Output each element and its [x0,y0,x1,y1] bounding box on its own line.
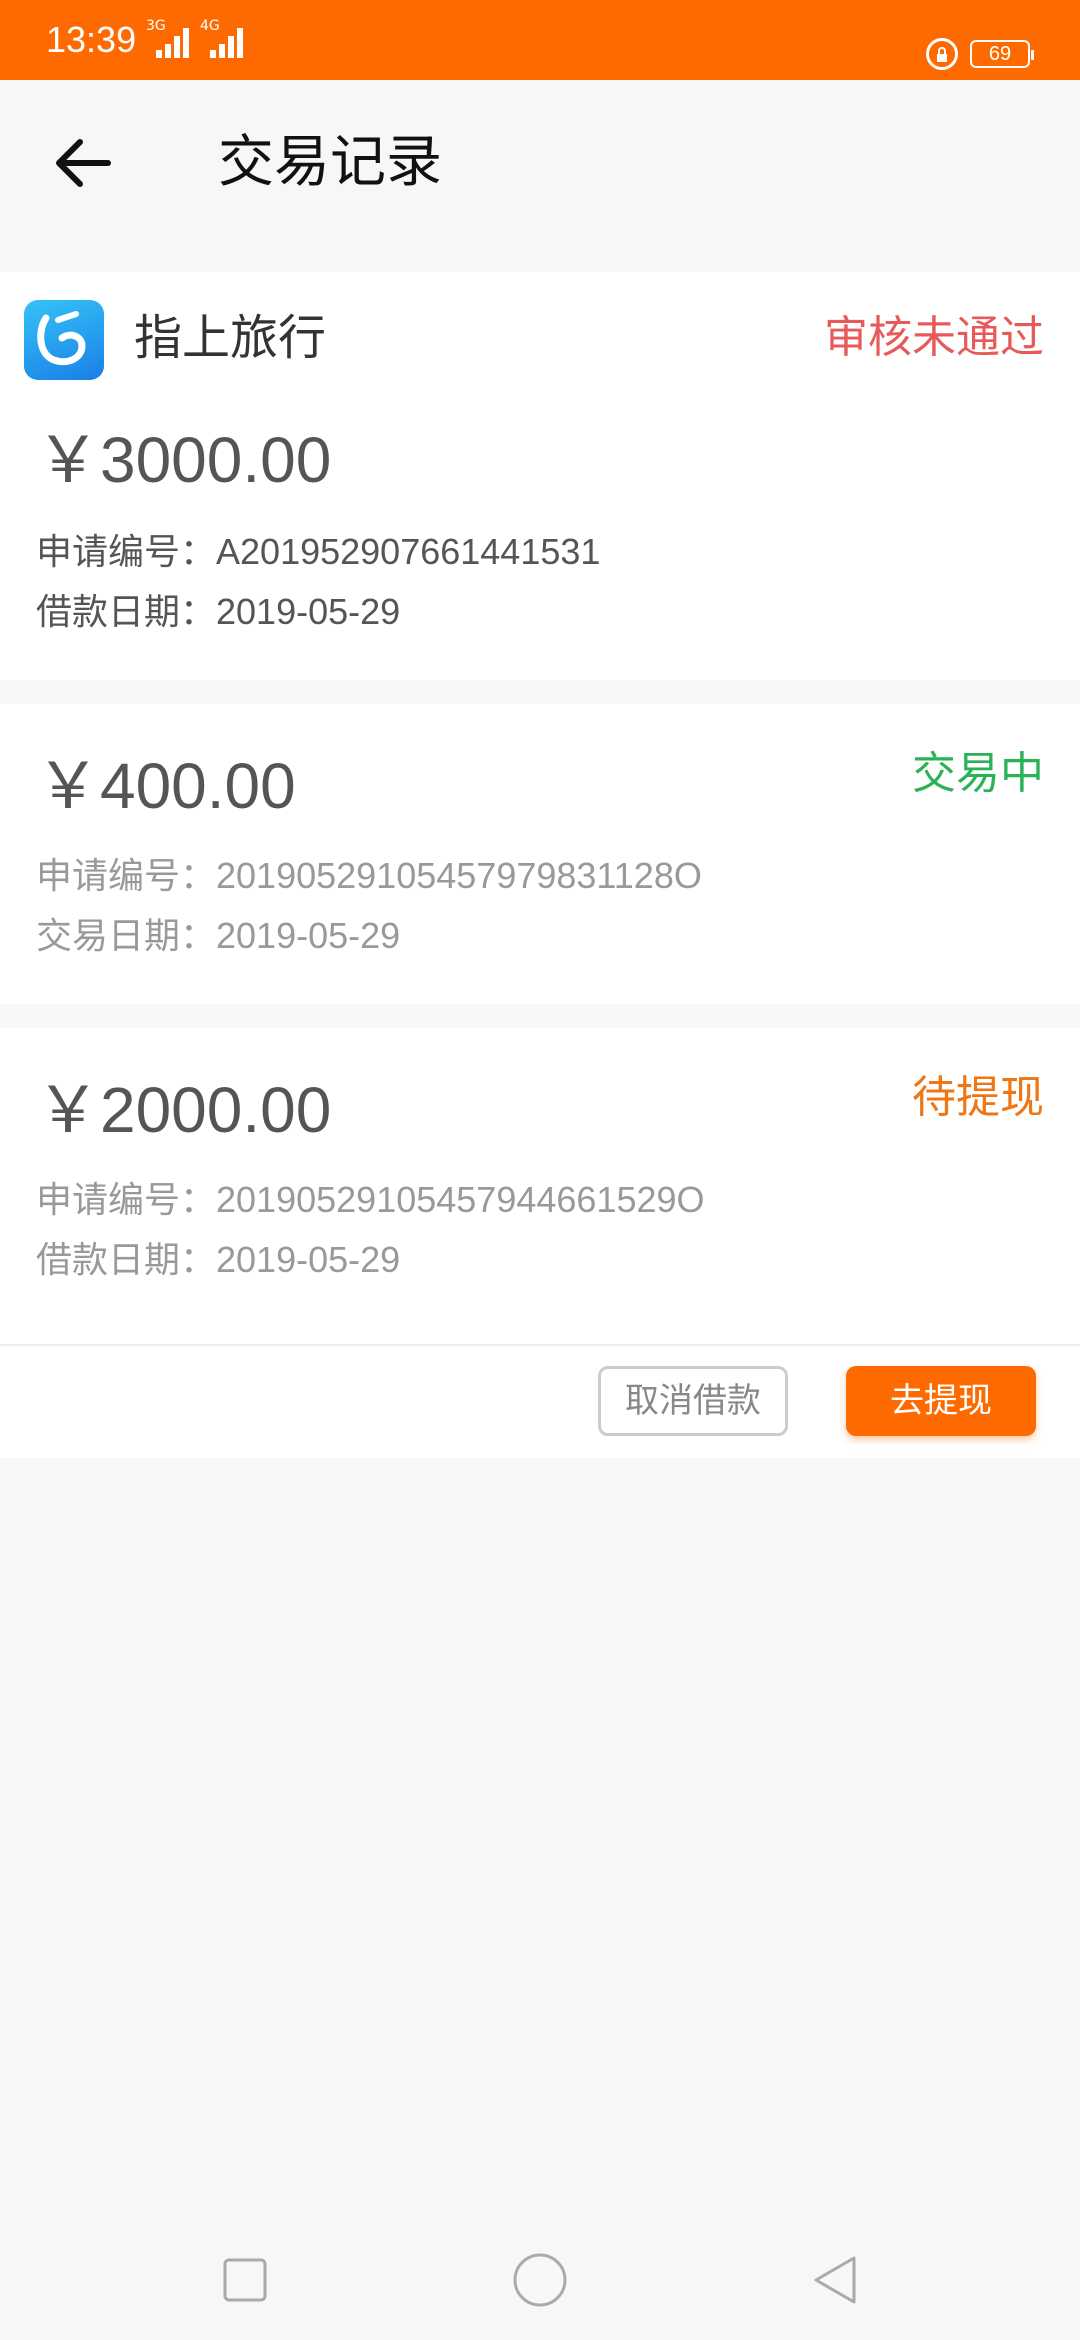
transaction-date: 交易日期：2019-05-29 [36,914,400,959]
status-bar: 13:39 3G 4G 69 [0,0,1080,80]
page-title: 交易记录 [218,130,442,195]
square-icon [223,2258,267,2302]
status-pending-withdrawal: 待提现 [912,1072,1044,1123]
record-card[interactable]: 待提现 ￥2000.00 申请编号：2019052910545794466152… [0,1028,1080,1458]
application-number-label: 申请编号： [36,856,217,897]
status-time: 13:39 [46,19,137,60]
recent-apps-button[interactable] [215,2250,275,2310]
application-number-value: A201952907661441531 [216,531,601,572]
loan-date: 借款日期：2019-05-29 [36,590,400,635]
loan-date-label: 借款日期： [36,592,217,633]
application-number-label: 申请编号： [36,1180,217,1221]
application-number-value: 20190529105457944661529O [216,1179,705,1220]
page-header: 交易记录 [0,80,1080,248]
back-nav-button[interactable] [806,2250,866,2310]
application-number: 申请编号：A201952907661441531 [36,530,600,575]
back-button[interactable] [40,118,130,208]
record-amount: ￥2000.00 [36,1074,332,1146]
rotation-lock-icon [926,38,958,70]
record-amount: ￥400.00 [36,750,296,822]
status-in-progress: 交易中 [912,748,1044,799]
transaction-date-value: 2019-05-29 [216,915,401,956]
signal-3g-icon: 3G [146,18,189,62]
merchant-logo-icon [24,300,104,380]
loan-date-value: 2019-05-29 [216,1239,401,1280]
merchant-name: 指上旅行 [134,310,327,366]
arrow-left-icon [56,139,111,187]
application-number-value: 20190529105457979831128O [216,855,702,896]
record-card[interactable]: 指上旅行 审核未通过 ￥3000.00 申请编号：A20195290766144… [0,272,1080,680]
status-rejected: 审核未通过 [824,312,1044,363]
loan-date-value: 2019-05-29 [216,591,401,632]
triangle-back-icon [814,2256,856,2304]
application-number: 申请编号：20190529105457979831128O [36,854,702,899]
loan-date-label: 借款日期： [36,1240,217,1281]
withdraw-button[interactable]: 去提现 [846,1366,1036,1436]
cancel-loan-button[interactable]: 取消借款 [598,1366,788,1436]
home-button[interactable] [510,2250,570,2310]
record-amount: ￥3000.00 [36,424,332,496]
transaction-date-label: 交易日期： [36,916,217,957]
system-nav-bar [0,2220,1080,2340]
loan-date: 借款日期：2019-05-29 [36,1238,400,1283]
signal-4g-icon: 4G [200,18,250,62]
record-card[interactable]: 交易中 ￥400.00 申请编号：20190529105457979831128… [0,704,1080,1004]
application-number: 申请编号：20190529105457944661529O [36,1178,705,1223]
circle-icon [513,2253,567,2307]
divider [0,1344,1080,1346]
battery-icon: 69 [970,40,1034,68]
application-number-label: 申请编号： [36,532,217,573]
